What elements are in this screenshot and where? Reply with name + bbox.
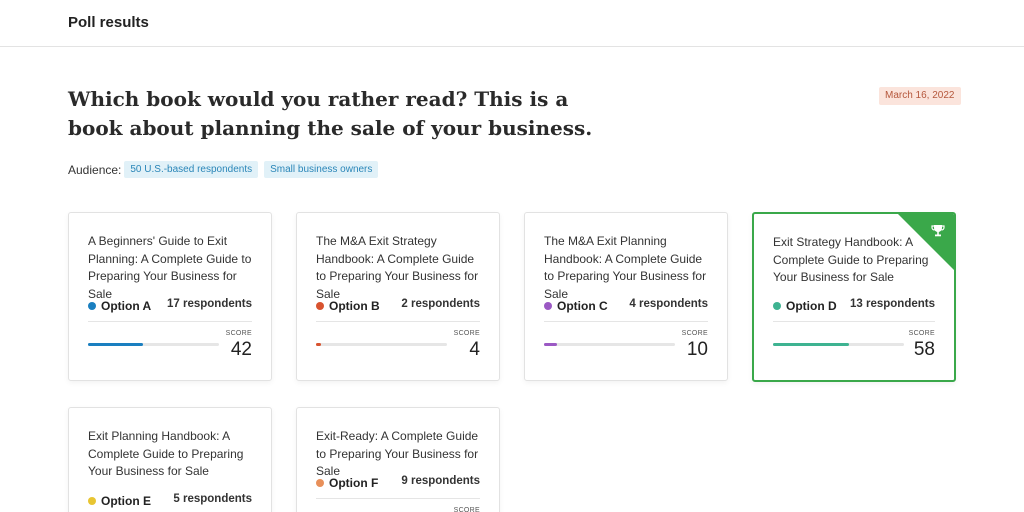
- score-bar-fill: [88, 343, 144, 346]
- poll-question: Which book would you rather read? This i…: [68, 87, 593, 140]
- score-label: SCORE: [225, 330, 252, 337]
- option-dot-icon: [316, 302, 324, 310]
- score-value: 4: [469, 339, 480, 360]
- page-title: Poll results: [68, 14, 149, 31]
- option-label: Option E: [88, 494, 151, 508]
- option-dot-icon: [544, 302, 552, 310]
- option-label: Option C: [544, 299, 608, 313]
- option-card-c[interactable]: The M&A Exit Planning Handbook: A Comple…: [524, 212, 728, 381]
- book-title: The M&A Exit Planning Handbook: A Comple…: [544, 234, 707, 301]
- score-label: SCORE: [681, 330, 708, 337]
- score-label: SCORE: [908, 330, 935, 337]
- option-label: Option A: [88, 299, 151, 313]
- score-bar-fill: [773, 343, 849, 346]
- score-bar: [88, 343, 219, 346]
- card-divider: [88, 321, 252, 322]
- option-name: Option B: [329, 299, 380, 313]
- option-card-f[interactable]: Exit-Ready: A Complete Guide to Preparin…: [296, 407, 500, 512]
- option-dot-icon: [773, 302, 781, 310]
- score-value: 58: [913, 339, 935, 360]
- book-title: The M&A Exit Strategy Handbook: A Comple…: [316, 234, 479, 301]
- option-card-b[interactable]: The M&A Exit Strategy Handbook: A Comple…: [296, 212, 500, 381]
- option-name: Option C: [557, 299, 608, 313]
- book-title: Exit-Ready: A Complete Guide to Preparin…: [316, 429, 479, 478]
- option-dot-icon: [88, 497, 96, 505]
- audience-tag-segment: Small business owners: [264, 161, 379, 178]
- option-label: Option D: [773, 299, 837, 313]
- book-title: Exit Strategy Handbook: A Complete Guide…: [773, 235, 929, 284]
- score-bar-fill: [316, 343, 322, 346]
- audience-tag-respondents: 50 U.S.-based respondents: [124, 161, 259, 178]
- score-value: 10: [686, 339, 708, 360]
- score-bar: [773, 343, 904, 346]
- option-dot-icon: [316, 479, 324, 487]
- option-card-a[interactable]: A Beginners' Guide to Exit Planning: A C…: [68, 212, 272, 381]
- score-label: SCORE: [453, 507, 480, 512]
- option-label: Option B: [316, 299, 380, 313]
- option-name: Option F: [329, 476, 379, 490]
- score-value: 42: [230, 339, 252, 360]
- card-divider: [316, 321, 480, 322]
- book-title: Exit Planning Handbook: A Complete Guide…: [88, 429, 244, 478]
- option-name: Option D: [786, 299, 837, 313]
- score-bar: [316, 343, 447, 346]
- respondent-count: 5 respondents: [173, 493, 252, 505]
- card-divider: [544, 321, 708, 322]
- respondent-count: 17 respondents: [167, 298, 252, 310]
- card-divider: [773, 321, 935, 322]
- score-bar-fill: [544, 343, 558, 346]
- respondent-count: 2 respondents: [401, 298, 480, 310]
- option-name: Option E: [101, 494, 151, 508]
- option-dot-icon: [88, 302, 96, 310]
- audience-row: Audience: 50 U.S.-based respondents Smal…: [68, 161, 384, 178]
- respondent-count: 4 respondents: [629, 298, 708, 310]
- option-card-e[interactable]: Exit Planning Handbook: A Complete Guide…: [68, 407, 272, 512]
- book-title: A Beginners' Guide to Exit Planning: A C…: [88, 234, 252, 301]
- option-card-d[interactable]: Exit Strategy Handbook: A Complete Guide…: [752, 212, 956, 382]
- option-name: Option A: [101, 299, 152, 313]
- score-label: SCORE: [453, 330, 480, 337]
- respondent-count: 13 respondents: [850, 298, 935, 310]
- audience-label: Audience:: [68, 162, 122, 177]
- date-badge: March 16, 2022: [879, 87, 961, 105]
- score-bar: [544, 343, 675, 346]
- option-label: Option F: [316, 476, 378, 490]
- card-divider: [316, 498, 480, 499]
- top-bar: Poll results: [0, 0, 1024, 47]
- respondent-count: 9 respondents: [401, 475, 480, 487]
